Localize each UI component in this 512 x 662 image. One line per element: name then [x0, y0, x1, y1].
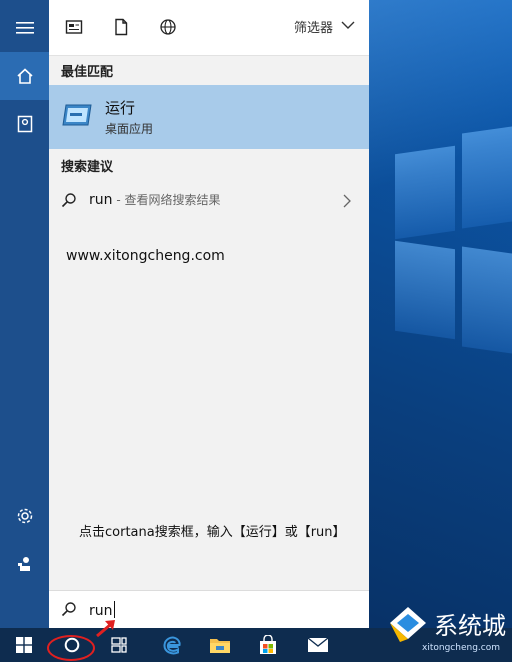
app-title: 运行 [105, 99, 136, 117]
start-left-rail [0, 0, 49, 628]
file-explorer-icon[interactable] [196, 628, 244, 662]
annotation-arrow-icon [94, 617, 118, 643]
search-filter-bar: 筛选器 [49, 0, 369, 56]
web-suggestion-row[interactable]: run - 查看网络搜索结果 [49, 183, 369, 217]
globe-icon[interactable] [159, 18, 179, 38]
watermark-subtitle: xitongcheng.com [422, 643, 500, 653]
run-app-icon [61, 102, 93, 132]
hamburger-icon[interactable] [0, 4, 49, 52]
instruction-annotation: 点击cortana搜索框，输入【运行】或【run】 [79, 525, 346, 540]
document-icon[interactable] [112, 18, 132, 38]
notebook-icon[interactable] [0, 100, 49, 148]
home-icon[interactable] [0, 52, 49, 100]
watermark-site-text: www.xitongcheng.com [66, 248, 225, 264]
wallpaper-pane [462, 246, 512, 354]
windows-start-icon[interactable] [0, 628, 48, 662]
suggestion-description: - 查看网络搜索结果 [112, 193, 221, 207]
watermark-title: 系统城 [434, 612, 506, 640]
wallpaper-pane [395, 240, 455, 340]
best-match-heading: 最佳匹配 [61, 65, 114, 80]
xitongcheng-watermark: 系统城 [388, 605, 506, 647]
mail-icon[interactable] [294, 628, 342, 662]
search-panel: 筛选器 最佳匹配 运行 桌面应用 搜索建议 run - 查看网络搜索结果 www… [49, 0, 369, 628]
filter-dropdown[interactable]: 筛选器 [294, 17, 355, 36]
annotation-circle [47, 635, 95, 661]
chevron-right-icon[interactable] [343, 193, 351, 212]
xitongcheng-logo-icon [388, 605, 428, 647]
wallpaper-pane [395, 145, 455, 240]
app-subtitle: 桌面应用 [105, 122, 154, 136]
text-caret [113, 601, 115, 618]
search-icon [61, 601, 77, 621]
edge-icon[interactable] [148, 628, 196, 662]
gear-icon[interactable] [0, 492, 49, 540]
suggestions-heading: 搜索建议 [61, 160, 114, 175]
store-icon[interactable] [244, 628, 292, 662]
best-match-result[interactable]: 运行 桌面应用 [49, 85, 369, 149]
feedback-icon[interactable] [0, 540, 49, 588]
search-icon [61, 192, 77, 212]
chevron-down-icon [341, 19, 355, 34]
wallpaper-pane [462, 126, 512, 229]
suggestion-query: run [89, 192, 113, 208]
filter-label: 筛选器 [293, 21, 333, 36]
app-grid-icon[interactable] [65, 18, 85, 38]
